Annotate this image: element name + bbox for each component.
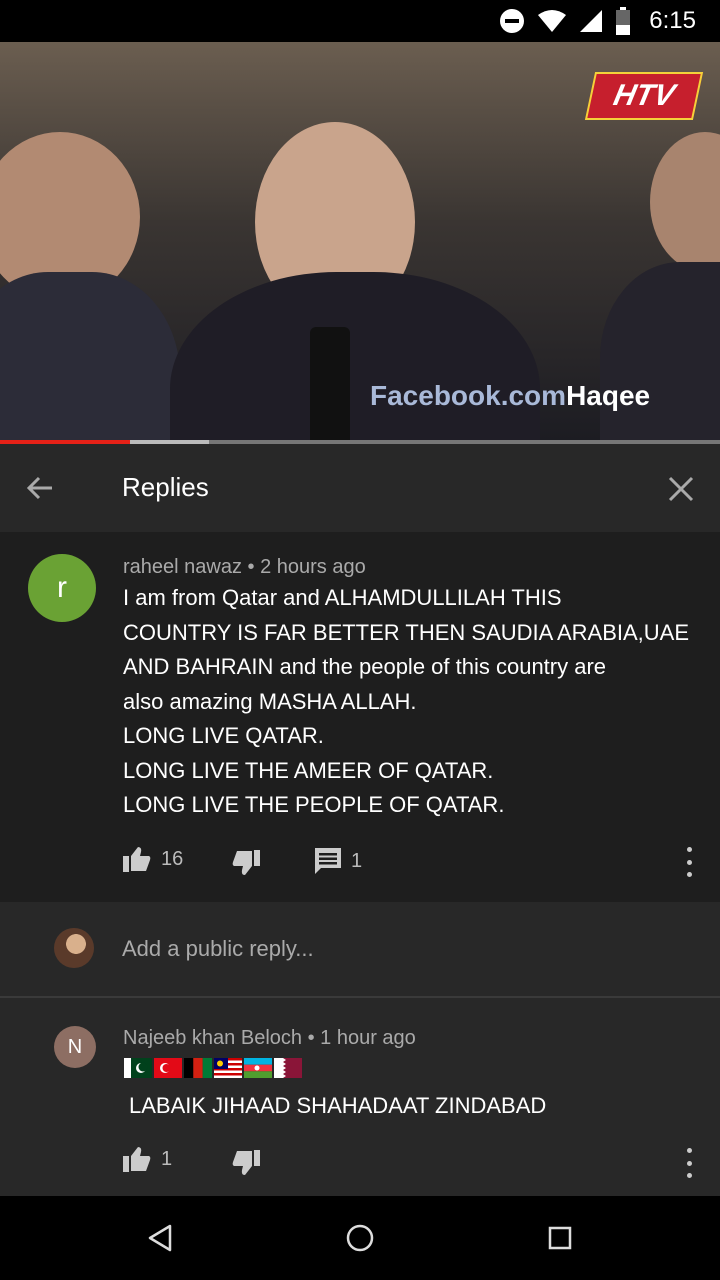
comment-meta: Najeeb khan Beloch • 1 hour ago [123, 1027, 416, 1049]
video-figure-center-body [170, 272, 540, 442]
view-replies-button[interactable]: 1 [315, 848, 362, 874]
channel-logo: HTV [584, 72, 704, 120]
video-figure-right-body [600, 262, 720, 442]
comment-icon [315, 848, 341, 874]
comment-line: LONG LIVE THE PEOPLE OF QATAR. [123, 792, 505, 817]
dislike-button[interactable] [232, 1150, 260, 1176]
like-count: 16 [161, 847, 184, 870]
comment-line: LONG LIVE THE AMEER OF QATAR. [123, 757, 494, 783]
thumbs-down-icon [232, 1150, 260, 1175]
close-icon[interactable] [666, 474, 696, 504]
flag-emoji-row [124, 1058, 302, 1078]
pakistan-flag-icon [124, 1058, 152, 1078]
android-nav-bar [0, 1196, 720, 1280]
status-bar: 6:15 [0, 0, 720, 42]
comment-line: LONG LIVE QATAR. [123, 723, 324, 748]
replies-header: Replies [0, 444, 720, 533]
avatar[interactable]: r [28, 554, 96, 622]
dislike-button[interactable] [232, 850, 260, 876]
comment-author[interactable]: Najeeb khan Beloch [123, 1027, 302, 1049]
comment-line: COUNTRY IS FAR BETTER THEN SAUDIA ARABIA… [123, 619, 690, 645]
home-circle-icon[interactable] [344, 1222, 376, 1254]
comment-line: I am from Qatar and ALHAMDULLILAH THIS [123, 585, 562, 610]
malaysia-flag-icon [214, 1058, 242, 1078]
azerbaijan-flag-icon [244, 1058, 272, 1078]
back-arrow-icon[interactable] [22, 470, 58, 506]
video-figure-right [650, 132, 720, 272]
video-watermark: Facebook.comHaqee [370, 380, 651, 411]
afghanistan-flag-icon [184, 1058, 212, 1078]
comment-time: 1 hour ago [320, 1027, 416, 1049]
reply-count: 1 [351, 849, 363, 872]
reply-input-bar[interactable]: Add a public reply... [0, 902, 720, 998]
back-triangle-icon[interactable] [144, 1222, 176, 1254]
turkey-flag-icon [154, 1058, 182, 1078]
main-comment: r raheel nawaz • 2 hours ago I am from Q… [0, 532, 720, 902]
cell-signal-icon [580, 10, 603, 32]
like-count: 1 [161, 1147, 173, 1170]
page-title: Replies [122, 472, 209, 502]
video-player[interactable]: HTV Facebook.comHaqee [0, 42, 720, 442]
comment-meta: raheel nawaz • 2 hours ago [123, 556, 366, 578]
like-button[interactable]: 1 [123, 1146, 172, 1172]
thumbs-up-icon [123, 1147, 151, 1172]
reply-comment: N Najeeb khan Beloch • 1 hour ago LABAIK… [0, 998, 720, 1196]
comment-line: AND BAHRAIN and the people of this count… [123, 654, 607, 679]
do-not-disturb-icon [500, 9, 525, 33]
status-time: 6:15 [649, 7, 696, 34]
video-figure-left-body [0, 272, 180, 442]
current-user-avatar [54, 928, 94, 968]
qatar-flag-icon [274, 1058, 302, 1078]
more-options-icon[interactable] [685, 847, 693, 877]
comment-time: 2 hours ago [260, 556, 366, 578]
comment-text: I am from Qatar and ALHAMDULLILAH THIS C… [123, 581, 703, 823]
comment-author[interactable]: raheel nawaz [123, 556, 242, 578]
reply-input[interactable]: Add a public reply... [122, 936, 314, 962]
battery-icon [616, 7, 631, 35]
avatar[interactable]: N [54, 1026, 96, 1068]
wifi-icon [538, 10, 567, 32]
thumbs-up-icon [123, 847, 151, 872]
comment-line: also amazing MASHA ALLAH. [123, 688, 417, 714]
more-options-icon[interactable] [685, 1148, 693, 1178]
thumbs-down-icon [232, 850, 260, 875]
like-button[interactable]: 16 [123, 846, 183, 872]
video-figure-tie [310, 327, 350, 442]
recents-square-icon[interactable] [544, 1222, 576, 1254]
comment-text: LABAIK JIHAAD SHAHADAAT ZINDABAD [129, 1093, 547, 1118]
